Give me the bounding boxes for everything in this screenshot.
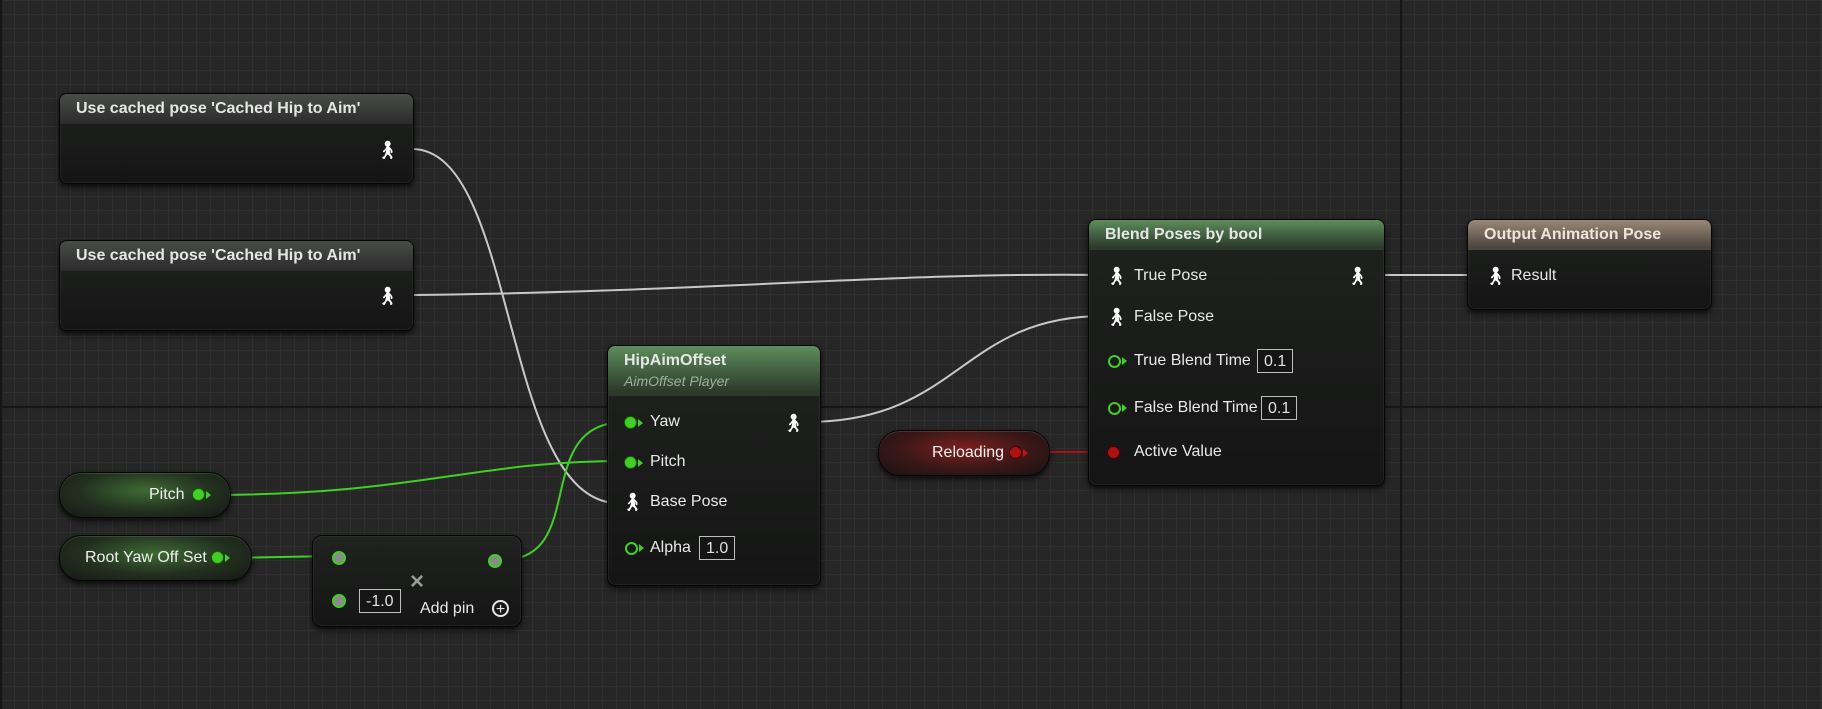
cached-pose-node-1[interactable]: Use cached pose 'Cached Hip to Aim' 🚶︎ [59,93,414,184]
multiply-node[interactable]: -1.0 × Add pin + [312,535,522,627]
pitch-variable-label: Pitch [149,486,185,503]
true-blend-time-label: True Blend Time [1134,352,1251,369]
wire-pitch-to-pitch [204,460,626,496]
cached-pose-node-2[interactable]: Use cached pose 'Cached Hip to Aim' 🚶︎ [59,240,414,331]
cached-pose-node-2-title: Use cached pose 'Cached Hip to Aim' [60,241,413,271]
base-pose-label: Base Pose [650,493,728,510]
yaw-pin-icon[interactable] [625,417,636,428]
output-animation-pose-node[interactable]: Output Animation Pose 🚶︎ Result [1467,219,1712,310]
result-label: Result [1511,267,1557,284]
active-value-label: Active Value [1134,443,1222,460]
aim-offset-output-pin-icon[interactable]: 🚶︎ [782,412,805,434]
blend-output-pin-icon[interactable]: 🚶︎ [1346,265,1369,287]
pitch-output-pin-icon[interactable] [193,489,204,500]
active-value-bool-pin-icon[interactable] [1108,447,1119,458]
pin-arrow-icon [1122,357,1127,365]
multiply-input-a-pin-icon[interactable] [332,551,346,565]
multiply-input-b-pin-icon[interactable] [332,594,346,608]
false-blend-time-pin-icon[interactable] [1108,402,1121,415]
pin-arrow-icon [638,459,643,467]
aim-offset-title: HipAimOffset [624,352,727,369]
base-pose-pin-icon[interactable]: 🚶︎ [621,491,644,513]
pose-output-pin-icon[interactable]: 🚶︎ [376,285,399,307]
true-pose-label: True Pose [1134,267,1208,284]
wire-aimoffset-to-falsepose [805,315,1105,423]
add-pin-label[interactable]: Add pin [420,598,474,620]
add-pin-icon[interactable]: + [492,600,509,618]
blend-poses-by-bool-node[interactable]: Blend Poses by bool 🚶︎ True Pose 🚶︎ 🚶︎ F… [1088,219,1385,486]
false-pose-pin-icon[interactable]: 🚶︎ [1105,306,1128,328]
multiply-input-b-value[interactable]: -1.0 [359,589,401,613]
pin-arrow-icon [1122,404,1127,412]
reloading-variable-node[interactable]: Reloading [878,430,1050,476]
cached-pose-node-1-title: Use cached pose 'Cached Hip to Aim' [60,94,413,124]
pin-arrow-icon [1023,449,1028,457]
root-yaw-offset-label: Root Yaw Off Set [85,549,207,566]
alpha-input[interactable]: 1.0 [699,536,736,560]
false-blend-time-input[interactable]: 0.1 [1261,396,1298,420]
pin-arrow-icon [639,544,644,552]
pin-arrow-icon [638,419,643,427]
root-yaw-output-pin-icon[interactable] [212,552,223,563]
false-blend-time-label: False Blend Time [1134,399,1258,416]
true-pose-pin-icon[interactable]: 🚶︎ [1105,265,1128,287]
alpha-pin-icon[interactable] [625,542,638,555]
anim-graph-canvas[interactable]: Use cached pose 'Cached Hip to Aim' 🚶︎ U… [0,0,1822,709]
true-blend-time-input[interactable]: 0.1 [1257,349,1294,373]
pitch-label: Pitch [650,453,686,470]
wire-cached1-to-basepose [411,148,626,505]
blend-poses-title: Blend Poses by bool [1089,220,1384,250]
hip-aim-offset-node[interactable]: HipAimOffset AimOffset Player Yaw 🚶︎ Pit… [607,345,821,586]
aim-offset-header: HipAimOffset AimOffset Player [608,346,820,396]
true-blend-time-pin-icon[interactable] [1108,355,1121,368]
multiply-operator-icon: × [410,568,425,595]
yaw-label: Yaw [650,413,680,430]
root-yaw-offset-variable-node[interactable]: Root Yaw Off Set [59,535,252,581]
reloading-output-pin-icon[interactable] [1010,447,1021,458]
result-pose-pin-icon[interactable]: 🚶︎ [1484,265,1507,287]
reloading-label: Reloading [932,444,1005,461]
pose-output-pin-icon[interactable]: 🚶︎ [376,139,399,161]
false-pose-label: False Pose [1134,308,1215,325]
aim-offset-subtitle: AimOffset Player [624,373,730,389]
wire-cached2-to-truepose [411,273,1105,296]
output-pose-title: Output Animation Pose [1468,220,1711,250]
alpha-label: Alpha [650,539,691,556]
pitch-variable-node[interactable]: Pitch [59,472,231,518]
multiply-output-pin-icon[interactable] [488,554,502,568]
pitch-pin-icon[interactable] [625,457,636,468]
pin-arrow-icon [206,491,211,499]
pin-arrow-icon [225,554,230,562]
